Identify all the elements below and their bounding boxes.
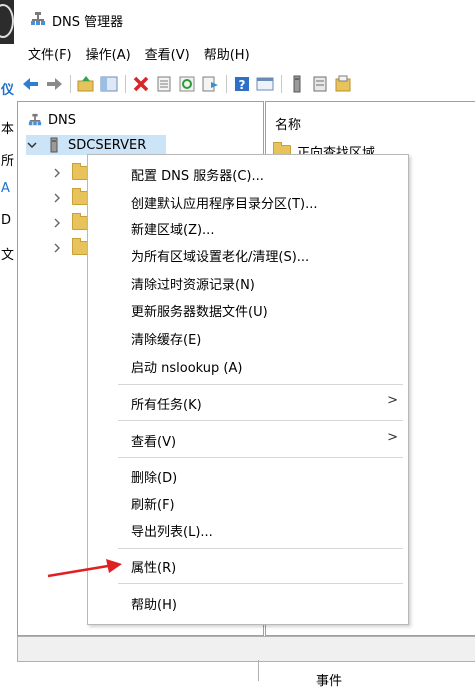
context-menu: 配置 DNS 服务器(C)... 创建默认应用程序目录分区(T)... 新建区域… — [87, 154, 409, 625]
menu-item-scavenge-stale-records[interactable]: 清除过时资源记录(N) — [131, 274, 255, 293]
strip-char: 所 — [1, 154, 15, 169]
strip-char: 文 — [1, 248, 15, 263]
menu-item-clear-cache[interactable]: 清除缓存(E) — [131, 329, 201, 348]
chevron-down-icon[interactable] — [26, 139, 38, 151]
help-icon[interactable]: ? — [233, 75, 251, 93]
menu-item-new-zone[interactable]: 新建区域(Z)... — [131, 219, 214, 238]
menu-file[interactable]: 文件(F) — [28, 44, 72, 64]
strip-char: A — [1, 181, 10, 196]
menu-bar: 文件(F) 操作(A) 查看(V) 帮助(H) — [28, 44, 250, 64]
menu-item-refresh[interactable]: 刷新(F) — [131, 494, 175, 513]
tree-item-dns[interactable]: DNS — [28, 110, 76, 130]
window-title: DNS 管理器 — [52, 15, 124, 30]
background-window-strip: 仪 本 所 A D 文 — [0, 0, 17, 681]
properties-icon[interactable] — [155, 75, 173, 93]
toolbar-separator — [125, 75, 126, 93]
tree-item-folder[interactable] — [52, 163, 90, 183]
red-arrow-icon — [47, 559, 122, 578]
menu-separator — [118, 420, 403, 421]
show-hide-console-tree-icon[interactable] — [100, 75, 118, 93]
tree-item-folder[interactable] — [52, 213, 90, 233]
bottom-divider — [258, 660, 259, 681]
menu-separator — [118, 548, 403, 549]
list-icon[interactable] — [311, 75, 329, 93]
menu-item-properties[interactable]: 属性(R) — [131, 557, 176, 576]
tree-item-server[interactable]: SDCSERVER — [26, 135, 167, 155]
chevron-right-icon[interactable] — [52, 242, 62, 254]
menu-item-view[interactable]: 查看(V) — [131, 431, 176, 450]
dns-icon — [28, 113, 42, 126]
menu-item-set-aging-scavenging[interactable]: 为所有区域设置老化/清理(S)... — [131, 246, 309, 265]
server-icon — [50, 137, 58, 153]
forward-arrow-icon[interactable] — [45, 75, 63, 93]
zone-icon[interactable] — [334, 75, 352, 93]
tree-item-folder[interactable] — [52, 238, 90, 258]
tree-item-label: SDCSERVER — [68, 137, 147, 153]
toolbar: ? — [22, 72, 357, 96]
menu-help[interactable]: 帮助(H) — [204, 44, 250, 64]
dns-manager-icon — [31, 12, 45, 25]
menu-view[interactable]: 查看(V) — [145, 44, 190, 64]
strip-char: 仪 — [1, 83, 15, 98]
column-header-name[interactable]: 名称 — [275, 114, 301, 133]
strip-char: D — [1, 213, 12, 228]
submenu-arrow-icon: > — [387, 430, 398, 445]
export-list-icon[interactable] — [201, 75, 219, 93]
status-bar — [17, 636, 475, 662]
menu-item-configure-dns-server[interactable]: 配置 DNS 服务器(C)... — [131, 165, 264, 184]
toolbar-separator — [70, 75, 71, 93]
submenu-arrow-icon: > — [387, 393, 398, 408]
console-view-icon[interactable] — [256, 75, 274, 93]
chevron-right-icon[interactable] — [52, 217, 62, 229]
menu-separator — [118, 457, 403, 458]
chevron-right-icon[interactable] — [52, 192, 62, 204]
delete-icon[interactable] — [132, 75, 150, 93]
menu-action[interactable]: 操作(A) — [86, 44, 131, 64]
menu-item-help[interactable]: 帮助(H) — [131, 594, 177, 613]
menu-separator — [118, 384, 403, 385]
tree-item-label: DNS — [48, 112, 76, 128]
tree-item-folder[interactable] — [52, 188, 90, 208]
menu-item-delete[interactable]: 删除(D) — [131, 467, 177, 486]
menu-item-launch-nslookup[interactable]: 启动 nslookup (A) — [131, 357, 242, 376]
strip-char: 本 — [1, 122, 15, 137]
bottom-partial-label: 事件 — [316, 674, 343, 689]
back-arrow-icon[interactable] — [22, 75, 40, 93]
menu-separator — [118, 583, 403, 584]
toolbar-separator — [281, 75, 282, 93]
menu-item-all-tasks[interactable]: 所有任务(K) — [131, 394, 202, 413]
toolbar-separator — [226, 75, 227, 93]
server-icon[interactable] — [288, 75, 306, 93]
refresh-icon[interactable] — [178, 75, 196, 93]
menu-item-export-list[interactable]: 导出列表(L)... — [131, 521, 213, 540]
svg-text:?: ? — [239, 78, 246, 92]
chevron-right-icon[interactable] — [52, 167, 62, 179]
menu-item-create-default-partitions[interactable]: 创建默认应用程序目录分区(T)... — [131, 193, 317, 212]
up-folder-icon[interactable] — [77, 75, 95, 93]
menu-item-update-server-data-files[interactable]: 更新服务器数据文件(U) — [131, 301, 268, 320]
